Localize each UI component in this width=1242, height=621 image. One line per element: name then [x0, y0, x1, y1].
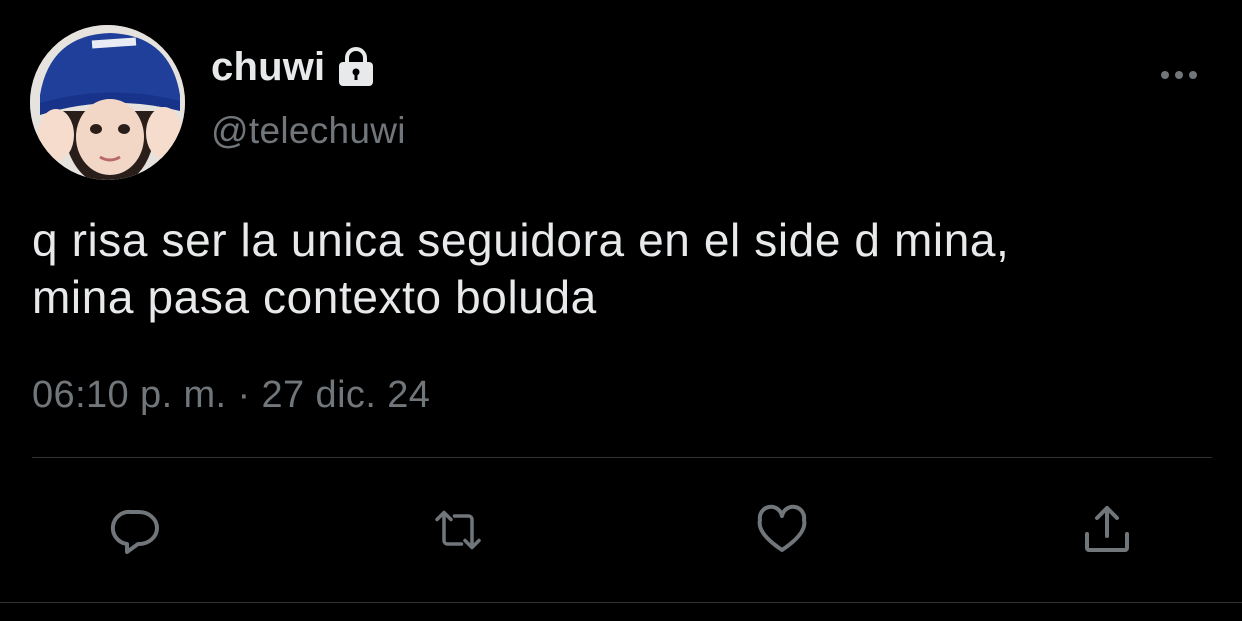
- display-name[interactable]: chuwi: [211, 45, 325, 90]
- share-button[interactable]: [1079, 502, 1135, 558]
- timestamp-separator: ·: [237, 374, 251, 416]
- display-name-row: chuwi: [211, 42, 377, 92]
- lock-icon: [335, 46, 377, 88]
- retweet-icon: [435, 510, 481, 550]
- tweet-card: chuwi @telechuwi q risa ser la unica seg…: [0, 0, 1242, 621]
- more-horizontal-icon[interactable]: [1156, 60, 1202, 90]
- divider: [0, 602, 1242, 603]
- avatar[interactable]: [30, 25, 185, 180]
- timestamp-row: 06:10 p. m. · 27 dic. 24: [32, 374, 430, 417]
- tweet-time[interactable]: 06:10 p. m.: [32, 374, 227, 416]
- tweet-date[interactable]: 27 dic. 24: [262, 374, 431, 416]
- share-icon: [1085, 506, 1129, 552]
- like-button[interactable]: [754, 502, 810, 558]
- divider: [32, 457, 1212, 458]
- user-handle[interactable]: @telechuwi: [211, 110, 406, 152]
- avatar-image: [30, 25, 185, 180]
- retweet-button[interactable]: [430, 502, 486, 558]
- heart-icon: [757, 504, 807, 552]
- reply-button[interactable]: [107, 502, 163, 558]
- reply-icon: [110, 509, 159, 554]
- tweet-text: q risa ser la unica seguidora en el side…: [32, 214, 1010, 323]
